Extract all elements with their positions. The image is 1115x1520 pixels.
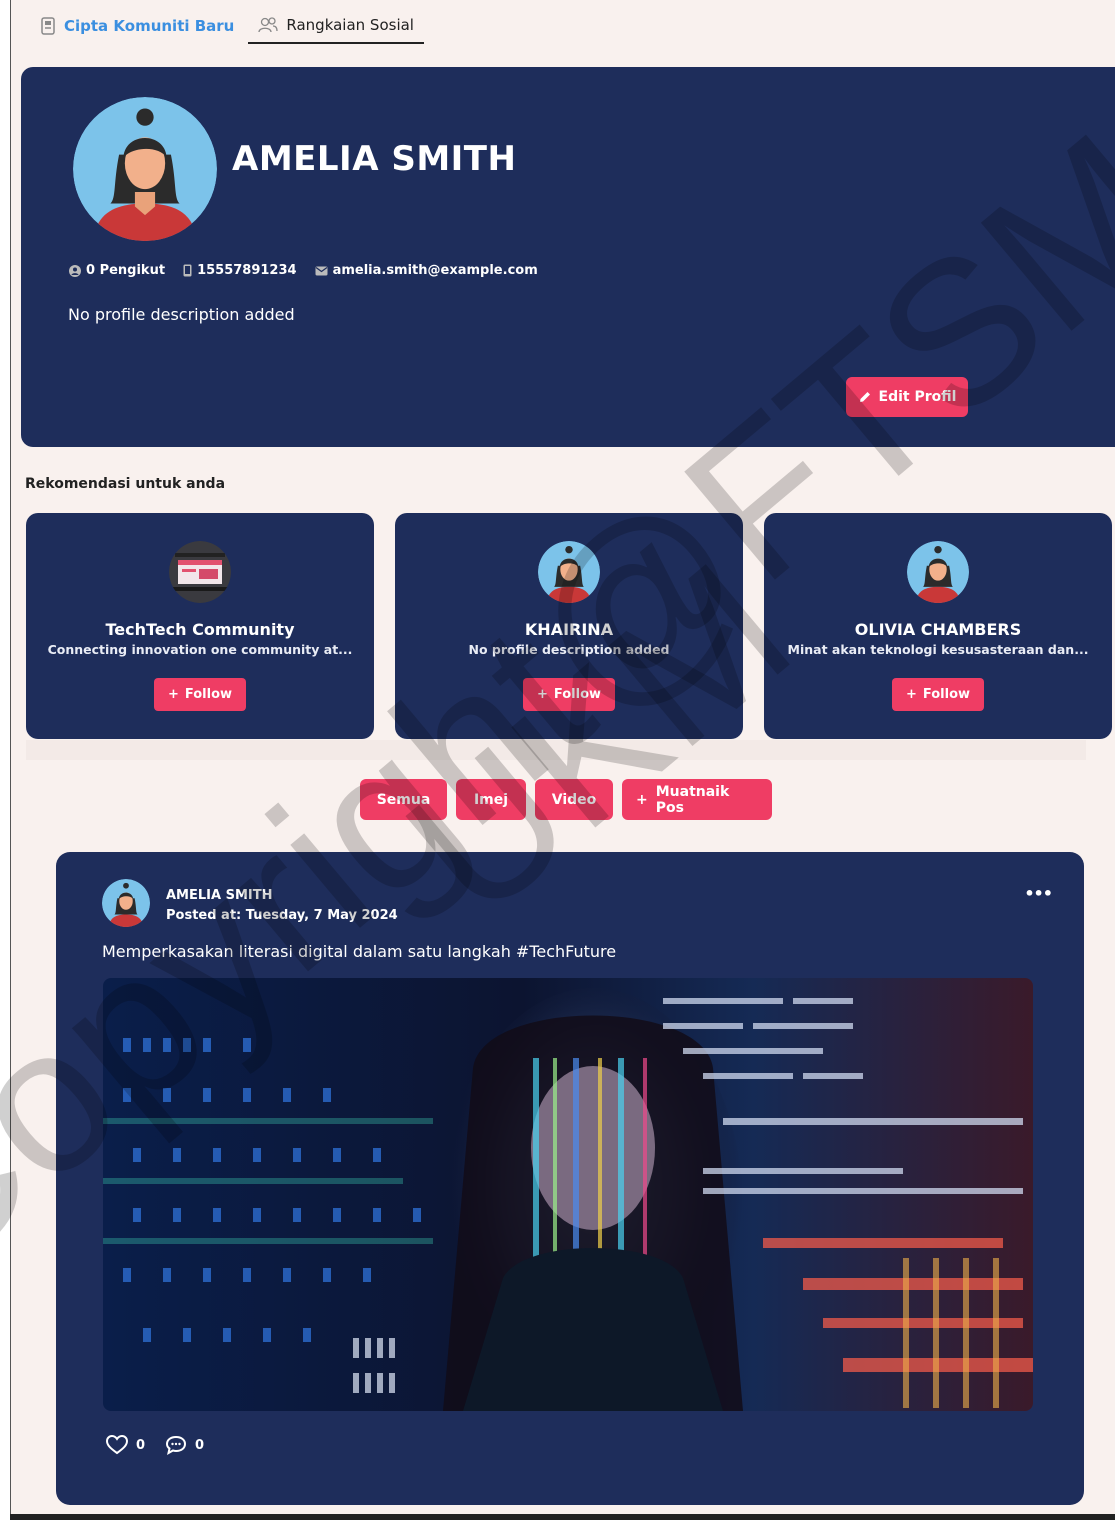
email-address: amelia.smith@example.com: [332, 263, 538, 278]
email-stat: amelia.smith@example.com: [315, 263, 538, 278]
recommendations-strip: [26, 740, 1086, 760]
plus-icon: +: [636, 791, 648, 808]
post-author[interactable]: AMELIA SMITH: [166, 888, 272, 903]
filter-all-button[interactable]: Semua: [360, 779, 447, 820]
phone-stat: 15557891234: [183, 263, 297, 278]
comment-count: 0: [195, 1437, 205, 1453]
phone-number: 15557891234: [197, 263, 297, 278]
recommendation-card[interactable]: OLIVIA CHAMBERS Minat akan teknologi kes…: [764, 513, 1112, 739]
follow-label: Follow: [922, 687, 971, 702]
filter-image-button[interactable]: Imej: [456, 779, 526, 820]
post-actions: 0 0: [106, 1435, 216, 1455]
follow-button[interactable]: + Follow: [523, 678, 615, 711]
profile-name: AMELIA SMITH: [232, 139, 517, 179]
like-count: 0: [136, 1437, 146, 1453]
recommendation-name: KHAIRINA: [524, 620, 614, 639]
user-avatar: [907, 541, 969, 603]
follow-button[interactable]: + Follow: [892, 678, 984, 711]
post-card: AMELIA SMITH Posted at: Tuesday, 7 May 2…: [56, 852, 1084, 1505]
plus-icon: +: [536, 687, 548, 702]
user-icon: [69, 264, 81, 277]
pencil-icon: [859, 392, 870, 402]
user-avatar: [538, 541, 600, 603]
users-icon: [258, 17, 279, 33]
recommendation-description: No profile description added: [468, 642, 670, 657]
comment-icon[interactable]: [165, 1435, 187, 1455]
tab-bar: Cipta Komuniti Baru Rangkaian Sosial: [30, 8, 424, 44]
upload-post-label: Muatnaik Pos: [655, 783, 730, 816]
recommendation-description: Connecting innovation one community at..…: [47, 642, 353, 657]
followers-count: 0 Pengikut: [86, 263, 166, 278]
post-text: Memperkasakan literasi digital dalam sat…: [102, 942, 617, 961]
follow-label: Follow: [553, 687, 602, 702]
profile-stats: 0 Pengikut 15557891234 amelia.smith@exam…: [69, 263, 538, 278]
recommendation-name: OLIVIA CHAMBERS: [854, 620, 1022, 639]
edit-profile-label: Edit Profil: [878, 389, 957, 405]
recommendation-name: TechTech Community: [105, 620, 295, 639]
follow-label: Follow: [184, 687, 233, 702]
mail-icon: [315, 266, 328, 275]
plus-icon: +: [167, 687, 179, 702]
tab-create-community-label: Cipta Komuniti Baru: [64, 17, 235, 35]
post-image[interactable]: [103, 978, 1033, 1411]
recommendations-title: Rekomendasi untuk anda: [25, 476, 226, 492]
profile-description: No profile description added: [68, 305, 295, 324]
followers-stat[interactable]: 0 Pengikut: [69, 263, 165, 278]
recommendation-card[interactable]: KHAIRINA No profile description added + …: [395, 513, 743, 739]
profile-card: AMELIA SMITH 0 Pengikut 15557891234 amel…: [21, 67, 1115, 447]
upload-post-button[interactable]: + Muatnaik Pos: [622, 779, 772, 820]
community-avatar: [169, 541, 231, 603]
tab-social-network[interactable]: Rangkaian Sosial: [248, 8, 424, 44]
heart-icon[interactable]: [106, 1435, 128, 1455]
recommendation-card[interactable]: TechTech Community Connecting innovation…: [26, 513, 374, 739]
post-filter-bar: Semua Imej Video + Muatnaik Pos: [360, 779, 772, 820]
more-options-icon[interactable]: •••: [1024, 884, 1053, 903]
avatar: [73, 97, 217, 241]
filter-video-button[interactable]: Video: [535, 779, 613, 820]
post-date: Posted at: Tuesday, 7 May 2024: [166, 908, 398, 923]
document-icon: [41, 17, 55, 35]
follow-button[interactable]: + Follow: [154, 678, 246, 711]
tab-create-community[interactable]: Cipta Komuniti Baru: [30, 8, 244, 44]
avatar[interactable]: [102, 879, 150, 927]
phone-icon: [183, 264, 192, 277]
recommendation-description: Minat akan teknologi kesusasteraan dan..…: [787, 642, 1089, 657]
tab-social-network-label: Rangkaian Sosial: [286, 16, 414, 34]
edit-profile-button[interactable]: Edit Profil: [846, 377, 968, 417]
page-bottom-border: [10, 1514, 1115, 1520]
plus-icon: +: [905, 687, 917, 702]
